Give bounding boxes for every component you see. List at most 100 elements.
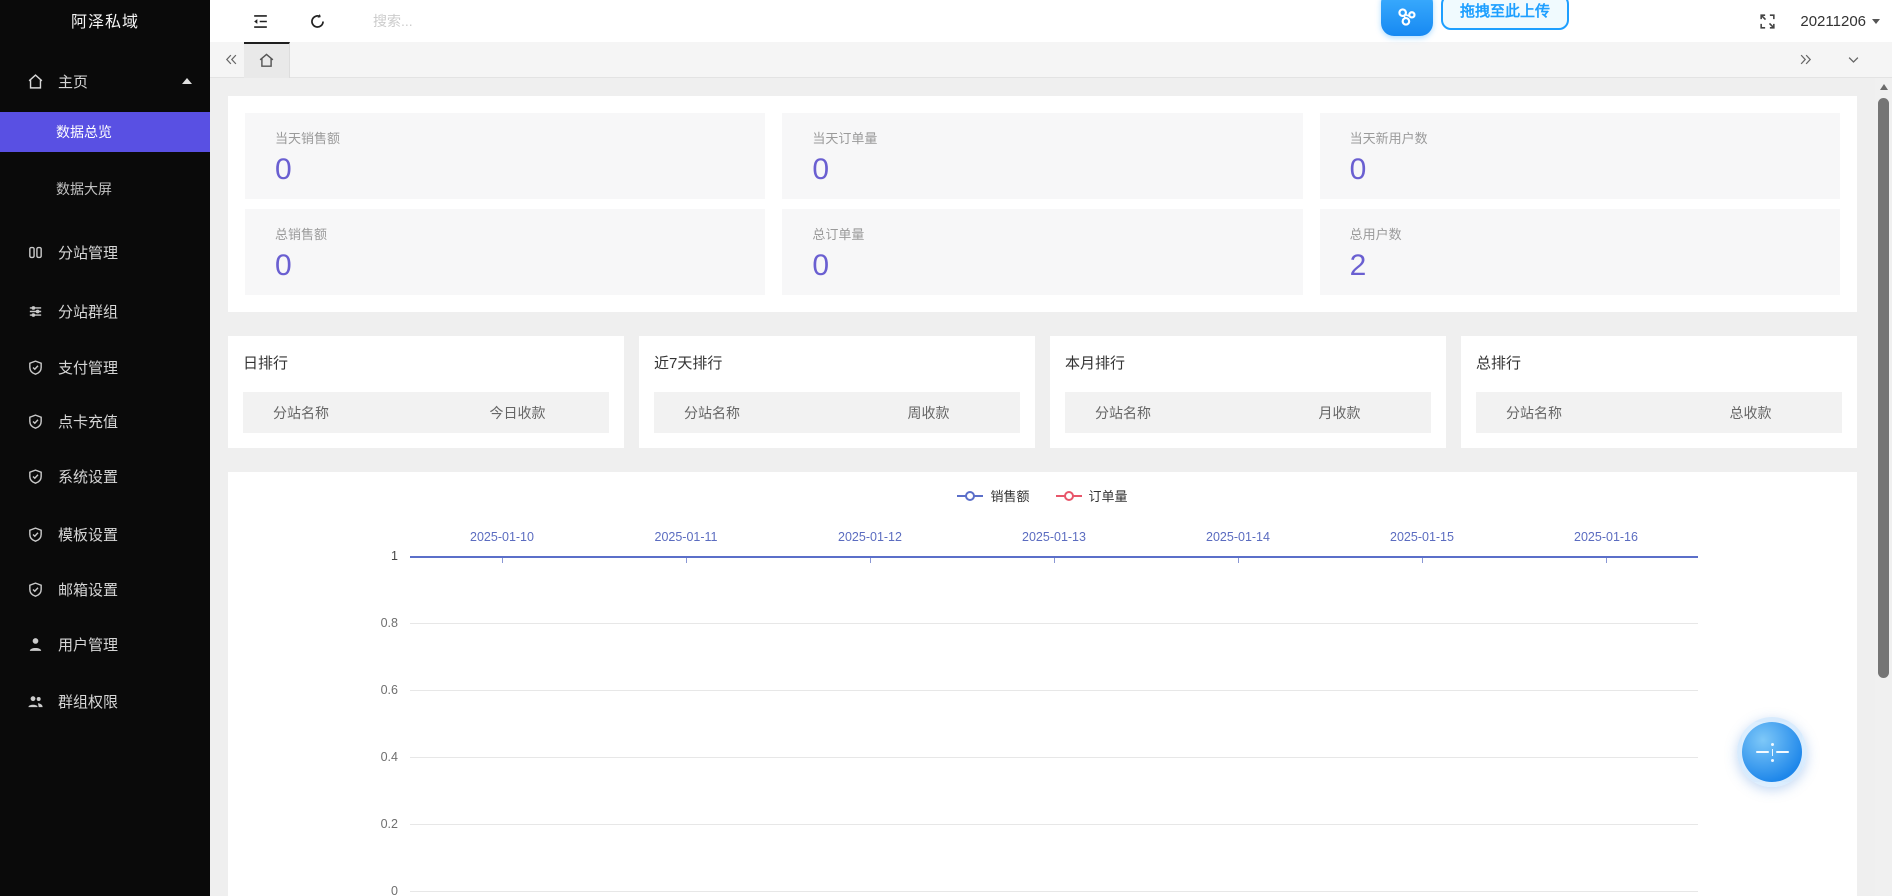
x-tick-label: 2025-01-12: [838, 530, 902, 544]
x-axis-tick: [686, 558, 687, 563]
sidebar-item-label: 系统设置: [58, 468, 119, 486]
upload-widget: 拖拽至此上传: [1381, 0, 1570, 36]
legend-label: 订单量: [1088, 489, 1128, 504]
sidebar-item-label: 支付管理: [58, 359, 119, 377]
legend-item-orders[interactable]: 订单量: [1055, 486, 1128, 505]
stat-card-today-orders: 当天订单量 0: [782, 113, 1303, 199]
ball-dot: [1770, 758, 1774, 762]
stats-panel: 当天销售额 0 当天订单量 0 当天新用户数 0 总销售额 0 总订单量 0 总…: [228, 96, 1857, 312]
x-tick-label: 2025-01-11: [654, 530, 718, 544]
x-axis-tick: [1422, 558, 1423, 563]
drag-upload-button[interactable]: 拖拽至此上传: [1441, 0, 1570, 30]
app-title: 阿泽私域: [70, 14, 139, 31]
ranking-title: 总排行: [1476, 355, 1522, 372]
column-header: 总收款: [1729, 404, 1772, 421]
sidebar-item-template-settings[interactable]: 模板设置: [0, 512, 210, 556]
column-header: 分站名称: [684, 404, 740, 421]
collapse-menu-icon[interactable]: [249, 10, 271, 32]
sidebar: 阿泽私域 主页 数据总览 数据大屏 分站管理 分站群组 支付管理 点卡充值 系统…: [0, 0, 210, 896]
shield-check-icon: [27, 581, 44, 598]
search-input[interactable]: [373, 13, 633, 29]
x-axis-tick: [870, 558, 871, 563]
date-select[interactable]: 20211206: [1800, 13, 1880, 30]
gridline: [410, 824, 1698, 825]
ranking-title: 本月排行: [1065, 355, 1126, 372]
shield-check-icon: [27, 468, 44, 485]
y-tick-label: 0.2: [380, 817, 398, 831]
tab-home[interactable]: [244, 41, 290, 78]
sidebar-item-group-permission[interactable]: 群组权限: [0, 679, 210, 723]
stat-value: 0: [275, 153, 292, 186]
sidebar-item-label: 主页: [58, 73, 89, 91]
x-tick-label: 2025-01-14: [1206, 530, 1270, 544]
sidebar-item-label: 群组权限: [58, 693, 119, 711]
ranking-title: 日排行: [243, 355, 289, 372]
refresh-icon[interactable]: [306, 10, 328, 32]
sidebar-item-label: 分站管理: [58, 244, 119, 262]
upload-nodes-icon[interactable]: [1381, 0, 1433, 36]
ranking-panel-7days: 近7天排行 分站名称 周收款: [639, 336, 1035, 448]
stat-card-total-orders: 总订单量 0: [782, 209, 1303, 295]
y-tick-label: 0.4: [380, 750, 398, 764]
sidebar-item-label: 模板设置: [58, 526, 119, 544]
ranking-panel-total: 总排行 分站名称 总收款: [1461, 336, 1857, 448]
x-axis-tick: [1606, 558, 1607, 563]
tabs-menu-icon[interactable]: [1840, 52, 1866, 67]
sidebar-item-mail-settings[interactable]: 邮箱设置: [0, 567, 210, 611]
stat-card-today-new-users: 当天新用户数 0: [1319, 113, 1840, 199]
sliders-icon: [27, 303, 44, 320]
scroll-up-arrow-icon[interactable]: [1875, 78, 1892, 95]
stat-label: 当天销售额: [275, 131, 341, 146]
sidebar-item-card-recharge[interactable]: 点卡充值: [0, 399, 210, 443]
stat-card-today-sales: 当天销售额 0: [245, 113, 766, 199]
tabs-scroll-right-icon[interactable]: [1792, 52, 1818, 67]
sidebar-item-user-manage[interactable]: 用户管理: [0, 622, 210, 666]
topbar: 20211206: [210, 0, 1892, 42]
shield-check-icon: [27, 359, 44, 376]
stat-card-total-users: 总用户数 2: [1319, 209, 1840, 295]
network-monitor-ball[interactable]: [1737, 717, 1807, 787]
sidebar-item-system-settings[interactable]: 系统设置: [0, 454, 210, 498]
sidebar-item-data-screen[interactable]: 数据大屏: [0, 169, 210, 209]
sidebar-item-substation-group[interactable]: 分站群组: [0, 289, 210, 333]
y-tick-label: 0.6: [380, 683, 398, 697]
legend-item-sales[interactable]: 销售额: [957, 486, 1030, 505]
columns-icon: [27, 244, 44, 261]
gridline: [410, 891, 1698, 892]
tabs-scroll-left-icon[interactable]: [218, 52, 244, 67]
main-content: 当天销售额 0 当天订单量 0 当天新用户数 0 总销售额 0 总订单量 0 总…: [210, 78, 1875, 896]
line-circle-marker-icon: [957, 490, 984, 501]
caret-down-icon: [1872, 18, 1880, 24]
shield-check-icon: [27, 413, 44, 430]
stat-value: 0: [275, 249, 292, 282]
ranking-table-header: 分站名称 月收款: [1065, 392, 1431, 433]
line-circle-marker-icon: [1055, 490, 1082, 501]
ranking-title: 近7天排行: [654, 355, 723, 372]
y-tick-label: 0.8: [380, 616, 398, 630]
column-header: 分站名称: [1506, 404, 1562, 421]
ball-dot: [1770, 742, 1774, 746]
column-header: 月收款: [1318, 404, 1361, 421]
fullscreen-icon[interactable]: [1756, 10, 1778, 32]
x-axis-tick: [502, 558, 503, 563]
sidebar-item-label: 分站群组: [58, 303, 119, 321]
scrollbar-thumb[interactable]: [1878, 98, 1889, 678]
date-select-value: 20211206: [1800, 12, 1866, 30]
x-tick-label: 2025-01-13: [1022, 530, 1086, 544]
ranking-panel-daily: 日排行 分站名称 今日收款: [228, 336, 624, 448]
ranking-panel-month: 本月排行 分站名称 月收款: [1050, 336, 1446, 448]
stat-label: 当天订单量: [812, 131, 878, 146]
ranking-table-header: 分站名称 总收款: [1476, 392, 1842, 433]
sidebar-item-payment-manage[interactable]: 支付管理: [0, 345, 210, 389]
sidebar-item-home[interactable]: 主页: [0, 59, 210, 103]
home-icon: [27, 73, 44, 90]
ranking-row: 日排行 分站名称 今日收款 近7天排行 分站名称 周收款 本月排行 分站名称 月…: [228, 336, 1857, 448]
sidebar-item-data-overview[interactable]: 数据总览: [0, 112, 210, 152]
sidebar-item-substation-manage[interactable]: 分站管理: [0, 230, 210, 274]
stat-label: 总用户数: [1349, 227, 1402, 242]
shield-check-icon: [27, 526, 44, 543]
stat-value: 0: [812, 249, 830, 282]
column-header: 分站名称: [273, 404, 329, 421]
stat-value: 2: [1349, 249, 1367, 282]
users-icon: [27, 693, 44, 710]
